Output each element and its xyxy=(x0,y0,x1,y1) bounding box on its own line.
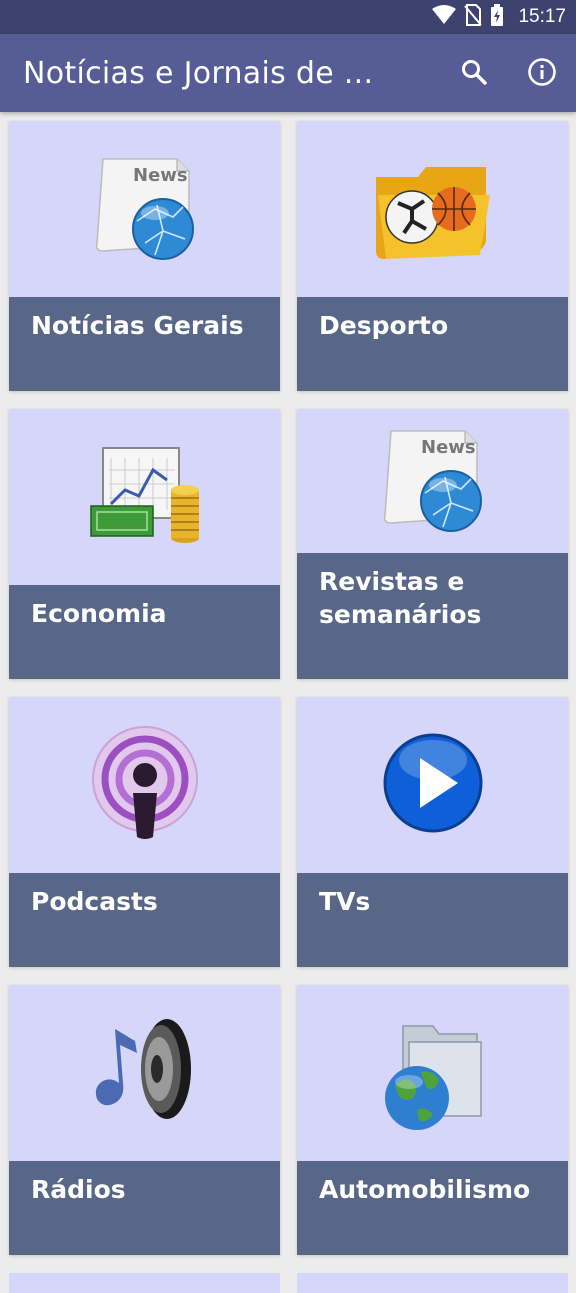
category-label: Rádios xyxy=(31,1175,126,1204)
category-label: Automobilismo xyxy=(319,1175,531,1204)
category-card-podcasts[interactable]: Podcasts xyxy=(9,697,280,967)
category-card-tvs[interactable]: TVs xyxy=(297,697,568,967)
category-label: Podcasts xyxy=(31,887,158,916)
svg-text:News: News xyxy=(133,165,188,186)
page-title: Notícias e Jornais de ... xyxy=(23,56,374,91)
globe-folder-icon xyxy=(373,1006,493,1140)
search-icon xyxy=(460,58,488,90)
sports-folder-icon xyxy=(368,147,498,271)
status-time: 15:17 xyxy=(518,6,566,27)
category-card-desporto[interactable]: Desporto xyxy=(297,121,568,391)
speaker-music-icon xyxy=(85,1011,205,1135)
category-card-revistas[interactable]: News Revistas e semanários xyxy=(297,409,568,679)
search-button[interactable] xyxy=(454,54,494,94)
battery-charging-icon xyxy=(490,4,504,30)
category-card-automobilismo[interactable]: Automobilismo xyxy=(297,985,568,1255)
info-button[interactable] xyxy=(522,54,562,94)
category-label: Economia xyxy=(31,599,167,628)
play-icon xyxy=(378,728,488,842)
category-card-partial[interactable] xyxy=(9,1273,280,1293)
category-card-economia[interactable]: Economia xyxy=(9,409,280,679)
news-globe-icon: News xyxy=(85,147,205,271)
category-label: Revistas e semanários xyxy=(319,567,482,629)
svg-text:News: News xyxy=(421,437,476,458)
info-icon xyxy=(527,57,557,91)
status-bar: 15:17 xyxy=(0,0,576,34)
app-bar: Notícias e Jornais de ... xyxy=(0,34,576,112)
category-grid: News Notícias Gerais Desporto Economia N… xyxy=(0,112,576,1293)
news-globe-icon: News xyxy=(373,419,493,543)
no-sim-icon xyxy=(464,4,483,30)
category-card-partial[interactable] xyxy=(297,1273,568,1293)
category-label: Notícias Gerais xyxy=(31,311,244,340)
category-card-noticias-gerais[interactable]: News Notícias Gerais xyxy=(9,121,280,391)
finance-chart-icon xyxy=(85,440,205,554)
category-label: Desporto xyxy=(319,311,449,340)
category-card-radios[interactable]: Rádios xyxy=(9,985,280,1255)
wifi-icon xyxy=(432,5,457,29)
category-label: TVs xyxy=(319,887,371,916)
podcast-icon xyxy=(85,723,205,847)
